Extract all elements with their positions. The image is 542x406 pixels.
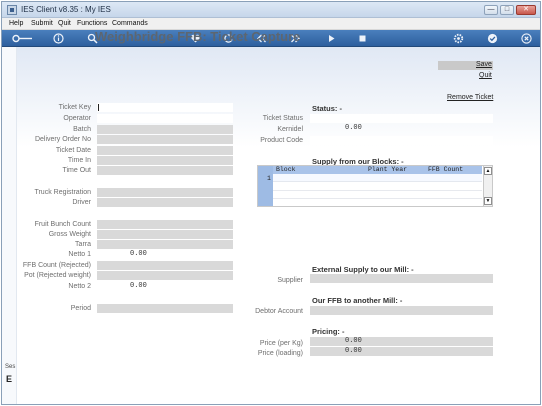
period-label: Period [70, 305, 91, 312]
maximize-button[interactable]: □ [500, 5, 514, 15]
truck-registration-label: Truck Registration [34, 189, 91, 196]
remove-ticket-link[interactable]: Remove Ticket [447, 94, 493, 101]
ticket-key-input[interactable] [97, 103, 233, 112]
price-per-kg-label: Price (per Kg) [259, 340, 303, 347]
pot-rejected-weight-field[interactable] [97, 271, 233, 280]
ticket-date-label: Ticket Date [55, 147, 91, 154]
netto-1-value: 0.00 [130, 250, 147, 258]
time-in-label: Time In [67, 157, 91, 164]
side-panel [2, 47, 17, 404]
time-out-label: Time Out [62, 167, 91, 174]
product-code-label: Product Code [260, 137, 303, 144]
menu-help[interactable]: Help [9, 20, 23, 27]
ffb-count-rejected-label: FFB Count (Rejected) [22, 262, 91, 269]
ticket-status-label: Ticket Status [262, 115, 303, 122]
period-field[interactable] [97, 304, 233, 313]
delivery-order-field[interactable] [97, 135, 233, 144]
column-block[interactable]: Block [276, 166, 296, 173]
netto-2-label: Netto 2 [68, 283, 91, 290]
netto-1-label: Netto 1 [68, 251, 91, 258]
driver-field[interactable] [97, 198, 233, 207]
page-title: Weighbridge FFB: Ticket Capture [95, 29, 301, 44]
check-icon[interactable] [487, 33, 498, 44]
price-loading-field[interactable] [310, 347, 493, 356]
pot-rejected-weight-label: Pot (Rejected weight) [24, 272, 91, 279]
debtor-account-field[interactable] [310, 306, 493, 315]
column-ffb-count[interactable]: FFB Count [428, 166, 463, 173]
grid-row-header [258, 166, 273, 206]
delivery-order-label: Delivery Order No [34, 136, 91, 143]
batch-label: Batch [73, 126, 91, 133]
close-window-button[interactable]: ✕ [516, 5, 536, 15]
menu-quit[interactable]: Quit [58, 20, 71, 27]
play-icon[interactable] [326, 33, 337, 44]
quit-link[interactable]: Quit [479, 72, 492, 79]
menu-functions[interactable]: Functions [77, 20, 107, 27]
minimize-button[interactable]: — [484, 5, 498, 15]
ffb-count-rejected-field[interactable] [97, 261, 233, 270]
status-heading: Status: - [312, 104, 342, 113]
scroll-up-icon[interactable]: ▲ [484, 167, 492, 175]
external-supply-heading: External Supply to our Mill: - [312, 265, 414, 274]
save-link[interactable]: Save [476, 61, 492, 68]
fruit-bunch-count-field[interactable] [97, 220, 233, 229]
settings-icon[interactable] [453, 33, 464, 44]
ticket-status-field [310, 114, 493, 123]
info-icon[interactable] [53, 33, 64, 44]
truck-registration-field[interactable] [97, 188, 233, 197]
grid-scrollbar[interactable]: ▲ ▼ [483, 166, 492, 206]
price-per-kg-field[interactable] [310, 337, 493, 346]
operator-field[interactable] [97, 114, 233, 123]
tarra-label: Tarra [75, 241, 91, 248]
ticket-key-label: Ticket Key [58, 104, 91, 111]
grid-line [273, 198, 482, 199]
text-cursor [98, 104, 99, 111]
key-icon[interactable] [12, 33, 34, 44]
menu-submit[interactable]: Submit [31, 20, 53, 27]
supplier-label: Supplier [277, 277, 303, 284]
close-icon[interactable] [521, 33, 532, 44]
title-bar: IES Client v8.35 : My IES — □ ✕ [2, 2, 540, 18]
other-mill-heading: Our FFB to another Mill: - [312, 296, 403, 305]
price-per-kg-value: 0.00 [345, 337, 362, 345]
grid-row-number: 1 [267, 175, 271, 182]
kernidel-label: Kernidel [277, 126, 303, 133]
stop-icon[interactable] [357, 33, 368, 44]
gross-weight-label: Gross Weight [48, 231, 91, 238]
column-plant-year[interactable]: Plant Year [368, 166, 407, 173]
price-loading-value: 0.00 [345, 347, 362, 355]
fruit-bunch-count-label: Fruit Bunch Count [34, 221, 91, 228]
tarra-field[interactable] [97, 240, 233, 249]
side-panel-label: Ses [5, 364, 16, 370]
blocks-grid[interactable]: Block Plant Year FFB Count 1 ▲ ▼ [257, 165, 493, 207]
gross-weight-field[interactable] [97, 230, 233, 239]
driver-label: Driver [72, 199, 91, 206]
ticket-date-field[interactable] [97, 146, 233, 155]
grid-line [273, 190, 482, 191]
product-code-field[interactable] [310, 136, 493, 145]
batch-field[interactable] [97, 125, 233, 134]
application-window: IES Client v8.35 : My IES — □ ✕ Help Sub… [1, 1, 541, 405]
time-out-field[interactable] [97, 166, 233, 175]
side-panel-icon[interactable]: E [6, 374, 12, 384]
app-icon [7, 5, 17, 15]
netto-2-value: 0.00 [130, 282, 147, 290]
price-loading-label: Price (loading) [257, 350, 303, 357]
operator-label: Operator [63, 115, 91, 122]
kernidel-value: 0.00 [345, 124, 362, 132]
supplier-field[interactable] [310, 274, 493, 283]
debtor-account-label: Debtor Account [255, 308, 303, 315]
pricing-heading: Pricing: - [312, 327, 345, 336]
window-title: IES Client v8.35 : My IES [21, 5, 111, 14]
grid-row[interactable] [273, 174, 482, 182]
menu-commands[interactable]: Commands [112, 20, 148, 27]
grid-header: Block Plant Year FFB Count [273, 166, 482, 174]
scroll-down-icon[interactable]: ▼ [484, 197, 492, 205]
time-in-field[interactable] [97, 156, 233, 165]
